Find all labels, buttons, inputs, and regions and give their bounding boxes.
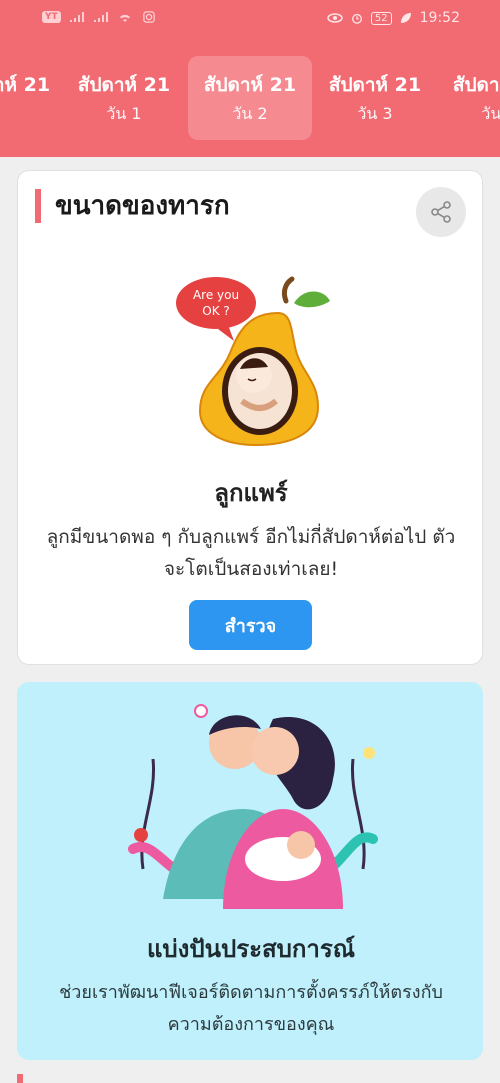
share-experience-title: แบ่งปันประสบการณ์ — [146, 935, 356, 963]
baby-size-card: ขนาดของทารก Are you OK ? ลูกแพร์ ลูกมีขน… — [17, 170, 483, 665]
next-section-accent — [17, 1074, 23, 1083]
youtube-icon: YT — [42, 11, 61, 23]
parents-illustration — [123, 699, 383, 919]
section-title: ขนาดของทารก — [35, 189, 230, 223]
header: YT 52 19:52 สัปดาห์ 21 สัปดาห์ 21 วัน 1 … — [0, 0, 500, 157]
leaf-icon — [400, 13, 411, 23]
fruit-description: ลูกมีขนาดพอ ๆ กับลูกแพร์ อีกไม่กี่สัปดาห… — [46, 526, 456, 580]
battery-icon: 52 — [370, 11, 392, 25]
wifi-icon — [119, 14, 130, 22]
status-bar: YT 52 19:52 — [0, 0, 500, 40]
svg-text:OK ?: OK ? — [202, 304, 230, 318]
share-experience-description: ช่วยเราพัฒนาฟีเจอร์ติดตามการตั้งครรภ์ให้… — [59, 982, 443, 1035]
instagram-icon — [142, 11, 155, 23]
eye-icon — [327, 13, 343, 23]
week-day-tabs: สัปดาห์ 21 สัปดาห์ 21 วัน 1 สัปดาห์ 21 ว… — [0, 56, 500, 140]
share-button[interactable] — [416, 187, 466, 237]
signal-icon — [93, 12, 108, 22]
tab-week21-day4[interactable]: สัปดาห์ 21 วัน 4 — [437, 56, 500, 140]
clock-time: 19:52 — [419, 10, 460, 26]
alarm-icon — [351, 13, 362, 24]
pear-illustration: Are you OK ? — [168, 273, 338, 448]
explore-button[interactable]: สำรวจ — [189, 600, 312, 650]
signal-icon — [69, 12, 84, 22]
tab-week21-day3[interactable]: สัปดาห์ 21 วัน 3 — [313, 56, 437, 140]
tab-week21-day2[interactable]: สัปดาห์ 21 วัน 2 — [188, 56, 312, 140]
share-experience-card[interactable]: แบ่งปันประสบการณ์ ช่วยเราพัฒนาฟีเจอร์ติด… — [17, 682, 483, 1060]
share-icon — [431, 201, 451, 223]
tab-week21-day0[interactable]: สัปดาห์ 21 — [0, 56, 66, 140]
fruit-name: ลูกแพร์ — [214, 479, 288, 507]
bubble-text: Are you — [193, 288, 239, 302]
tab-week21-day1[interactable]: สัปดาห์ 21 วัน 1 — [62, 56, 186, 140]
